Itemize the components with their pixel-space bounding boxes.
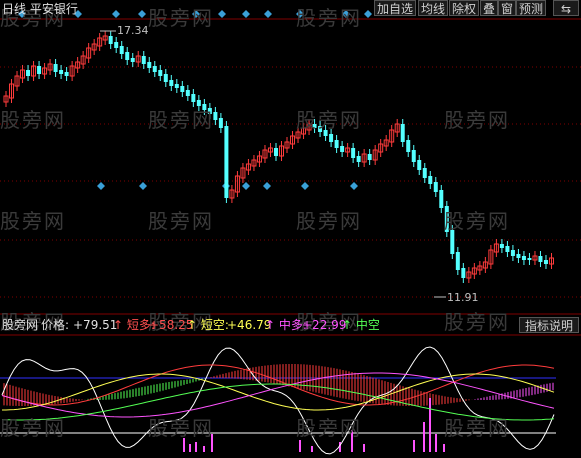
candle-body: [180, 86, 185, 92]
candle-body: [411, 150, 416, 162]
candlesticks: [3, 31, 554, 283]
indicator-help-button[interactable]: 指标说明: [519, 317, 579, 333]
candle-body: [130, 58, 135, 62]
candle-body: [461, 268, 466, 278]
candle-body: [439, 190, 444, 208]
candle-body: [351, 148, 356, 158]
candle-body: [169, 80, 174, 86]
mid-long-value: +22.99: [302, 318, 347, 332]
candle-body: [516, 254, 521, 258]
candle-body: [543, 260, 548, 264]
watermark: 股旁网: [148, 108, 214, 132]
candle-body: [185, 90, 190, 96]
mid-short-label: ↑ 中空: [342, 318, 380, 332]
candle-body: [119, 46, 124, 54]
event-diamond: [264, 10, 272, 18]
candle-body: [53, 64, 58, 72]
event-diamond: [218, 10, 226, 18]
event-diamond: [138, 10, 146, 18]
candle-body: [538, 256, 543, 262]
swap-icon[interactable]: ⇆: [553, 0, 579, 16]
watermark: 股旁网: [296, 416, 362, 440]
watermark: 股旁网: [0, 209, 66, 233]
candle-body: [158, 70, 163, 76]
watermark: 股旁网: [296, 209, 362, 233]
forecast-button[interactable]: 预测: [516, 0, 547, 16]
candle-body: [499, 244, 504, 248]
moving-average-button[interactable]: 均线: [418, 0, 449, 16]
candle-body: [174, 84, 179, 88]
watermark: 股旁网: [444, 108, 510, 132]
watermark: 股旁网: [444, 310, 510, 334]
candle-body: [114, 42, 119, 48]
event-diamond: [112, 10, 120, 18]
event-diamond: [242, 10, 250, 18]
low-price-label: 11.91: [447, 291, 479, 304]
watermark: 股旁网: [444, 209, 510, 233]
candle-body: [26, 70, 31, 76]
price-value: +79.51: [73, 318, 118, 332]
window-button[interactable]: 窗: [498, 0, 517, 16]
candle-body: [218, 118, 223, 128]
candle-body: [455, 252, 460, 270]
candle-body: [510, 250, 515, 256]
mid-long-label: ↑ 中多:: [265, 318, 307, 332]
watermark: 股旁网: [148, 416, 214, 440]
candle-body: [191, 94, 196, 102]
candle-body: [400, 124, 405, 142]
candle-body: [64, 72, 69, 76]
candle-body: [367, 154, 372, 160]
candle-body: [340, 146, 345, 152]
event-diamond: [97, 182, 105, 190]
candle-body: [163, 74, 168, 82]
candle-body: [273, 148, 278, 156]
event-diamond: [242, 182, 250, 190]
event-diamond: [139, 182, 147, 190]
stock-title: 日线 平安银行: [2, 2, 78, 16]
candle-body: [406, 140, 411, 152]
high-price-label: 17.34: [117, 24, 149, 37]
short-short-label: ↑ 短空:: [187, 318, 229, 332]
short-long-line: [1, 364, 555, 406]
candle-body: [147, 62, 152, 68]
candle-body: [527, 258, 532, 260]
candle-body: [125, 52, 130, 60]
candle-body: [505, 246, 510, 252]
candle-body: [152, 66, 157, 72]
event-diamond: [263, 182, 271, 190]
candle-body: [422, 168, 427, 178]
candle-body: [428, 176, 433, 184]
indicator-name: 股旁网: [2, 318, 39, 332]
candle-body: [329, 134, 334, 142]
candle-body: [108, 36, 113, 44]
add-watchlist-button[interactable]: 加自选: [374, 0, 417, 16]
candle-body: [59, 70, 64, 74]
candle-body: [141, 56, 146, 64]
candle-body: [224, 126, 229, 198]
event-diamond: [301, 182, 309, 190]
candle-body: [417, 160, 422, 170]
candle-body: [37, 66, 42, 74]
overlay-button[interactable]: 叠: [480, 0, 499, 16]
price-label: 价格:: [41, 318, 70, 332]
chart-window: 股旁网 股旁网 股旁网 股旁网 股旁网 股旁网 股旁网 股旁网 股旁网 股旁网 …: [0, 0, 581, 458]
watermark: 股旁网: [296, 108, 362, 132]
candle-body: [334, 140, 339, 148]
watermark: 股旁网: [0, 416, 66, 440]
watermark: 股旁网: [444, 416, 510, 440]
ex-rights-button[interactable]: 除权: [449, 0, 480, 16]
candle-body: [356, 156, 361, 162]
watermark: 股旁网: [0, 108, 66, 132]
watermark: 股旁网: [296, 6, 362, 30]
event-diamond: [364, 10, 372, 18]
watermark: 股旁网: [148, 209, 214, 233]
candle-body: [433, 182, 438, 192]
candle-body: [521, 256, 526, 260]
event-diamond: [350, 182, 358, 190]
watermark: 股旁网: [148, 6, 214, 30]
